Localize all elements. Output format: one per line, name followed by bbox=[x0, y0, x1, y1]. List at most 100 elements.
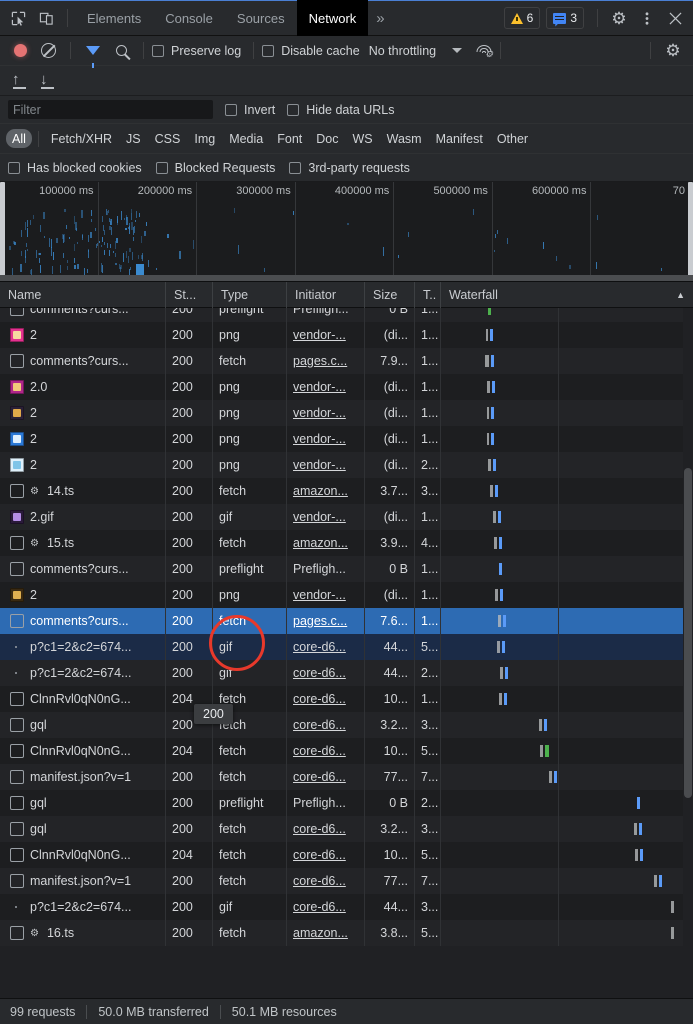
table-row[interactable]: ClnnRvl0qN0nG... 204 fetch core-d6... 10... 5… bbox=[0, 842, 693, 868]
search-button[interactable] bbox=[107, 37, 135, 65]
cell-name[interactable]: 2 bbox=[0, 322, 166, 348]
table-row[interactable]: gql 200 fetch core-d6... 3.2... 3... bbox=[0, 712, 693, 738]
hide-data-urls-checkbox[interactable]: Hide data URLs bbox=[287, 103, 395, 117]
requests-table-body[interactable]: comments?curs... 200 preflight Preflligh...… bbox=[0, 308, 693, 966]
more-vertical-icon[interactable] bbox=[633, 4, 661, 32]
inspect-element-icon[interactable] bbox=[4, 4, 32, 32]
table-row[interactable]: 2 200 png vendor-... (di... 1... bbox=[0, 582, 693, 608]
overview-right-handle[interactable] bbox=[688, 182, 693, 281]
cell-name[interactable]: 2 bbox=[0, 452, 166, 478]
column-header-initiator[interactable]: Initiator bbox=[287, 281, 365, 308]
more-tabs-button[interactable]: » bbox=[368, 0, 392, 36]
cell-initiator-text[interactable]: core-d6... bbox=[293, 666, 346, 680]
type-filter-fetch-xhr[interactable]: Fetch/XHR bbox=[45, 129, 118, 148]
cell-initiator-text[interactable]: core-d6... bbox=[293, 640, 346, 654]
cell-name[interactable]: 2 bbox=[0, 400, 166, 426]
cell-initiator-text[interactable]: core-d6... bbox=[293, 848, 346, 862]
table-row[interactable]: manifest.json?v=1 200 fetch core-d6... 77...… bbox=[0, 764, 693, 790]
table-row[interactable]: 2.0 200 png vendor-... (di... 1... bbox=[0, 374, 693, 400]
table-row[interactable]: comments?curs... 200 preflight Preflligh...… bbox=[0, 308, 693, 322]
table-row[interactable]: ClnnRvl0qN0nG... 204 fetch core-d6... 10... 5… bbox=[0, 738, 693, 764]
table-row[interactable]: comments?curs... 200 fetch pages.c... 7.6...… bbox=[0, 608, 693, 634]
import-har-icon[interactable] bbox=[6, 67, 34, 95]
cell-initiator-text[interactable]: core-d6... bbox=[293, 874, 346, 888]
cell-name[interactable]: 2.0 bbox=[0, 374, 166, 400]
cell-name[interactable]: gql bbox=[0, 816, 166, 842]
third-party-requests-checkbox[interactable]: 3rd-party requests bbox=[289, 161, 410, 175]
column-header-status[interactable]: St... bbox=[166, 281, 213, 308]
column-header-type[interactable]: Type bbox=[213, 281, 287, 308]
table-row[interactable]: 2 200 png vendor-... (di... 2... bbox=[0, 452, 693, 478]
cell-initiator-text[interactable]: core-d6... bbox=[293, 692, 346, 706]
table-row[interactable]: p?c1=2&c2=674... 200 gif core-d6... 44... 2..… bbox=[0, 660, 693, 686]
cell-name[interactable]: manifest.json?v=1 bbox=[0, 868, 166, 894]
network-overview-timeline[interactable]: 100000 ms 200000 ms 300000 ms 400000 ms 5000… bbox=[0, 182, 693, 282]
cell-name[interactable]: p?c1=2&c2=674... bbox=[0, 660, 166, 686]
cell-name[interactable]: ⚙ 16.ts bbox=[0, 920, 166, 946]
cell-name[interactable]: gql bbox=[0, 790, 166, 816]
record-button[interactable] bbox=[6, 37, 34, 65]
filter-input[interactable] bbox=[8, 100, 213, 119]
cell-initiator-text[interactable]: core-d6... bbox=[293, 900, 346, 914]
table-row[interactable]: ⚙ 14.ts 200 fetch amazon... 3.7... 3... bbox=[0, 478, 693, 504]
tab-console[interactable]: Console bbox=[153, 0, 225, 36]
table-row[interactable]: manifest.json?v=1 200 fetch core-d6... 77...… bbox=[0, 868, 693, 894]
has-blocked-cookies-checkbox[interactable]: Has blocked cookies bbox=[8, 161, 142, 175]
grid-vertical-scrollbar[interactable] bbox=[683, 308, 693, 966]
type-filter-doc[interactable]: Doc bbox=[310, 129, 344, 148]
chevron-down-icon[interactable] bbox=[452, 48, 463, 53]
cell-initiator-text[interactable]: vendor-... bbox=[293, 458, 346, 472]
preserve-log-checkbox[interactable]: Preserve log bbox=[152, 44, 241, 58]
cell-initiator-text[interactable]: core-d6... bbox=[293, 718, 346, 732]
cell-name[interactable]: ⚙ 15.ts bbox=[0, 530, 166, 556]
table-row[interactable]: 2 200 png vendor-... (di... 1... bbox=[0, 400, 693, 426]
type-filter-ws[interactable]: WS bbox=[346, 129, 378, 148]
cell-initiator-text[interactable]: vendor-... bbox=[293, 510, 346, 524]
messages-badge[interactable]: 3 bbox=[546, 7, 584, 29]
column-header-waterfall[interactable]: Waterfall ▲ bbox=[441, 282, 693, 308]
grid-scrollbar-thumb[interactable] bbox=[684, 468, 692, 798]
cell-name[interactable]: ClnnRvl0qN0nG... bbox=[0, 842, 166, 868]
gear-icon[interactable]: ⚙ bbox=[605, 4, 633, 32]
cell-name[interactable]: manifest.json?v=1 bbox=[0, 764, 166, 790]
cell-initiator-text[interactable]: vendor-... bbox=[293, 432, 346, 446]
table-row[interactable]: ClnnRvl0qN0nG... 204 fetch core-d6... 10... 1… bbox=[0, 686, 693, 712]
invert-checkbox[interactable]: Invert bbox=[225, 103, 275, 117]
type-filter-wasm[interactable]: Wasm bbox=[381, 129, 428, 148]
cell-name[interactable]: p?c1=2&c2=674... bbox=[0, 634, 166, 660]
throttling-select[interactable]: No throttling bbox=[369, 44, 436, 58]
wifi-settings-icon[interactable]: ⚙ bbox=[475, 44, 493, 58]
cell-initiator-text[interactable]: core-d6... bbox=[293, 770, 346, 784]
tab-sources[interactable]: Sources bbox=[225, 0, 297, 36]
cell-name[interactable]: p?c1=2&c2=674... bbox=[0, 894, 166, 920]
cell-name[interactable]: comments?curs... bbox=[0, 308, 166, 322]
type-filter-font[interactable]: Font bbox=[271, 129, 308, 148]
table-row[interactable]: p?c1=2&c2=674... 200 gif core-d6... 44... 5..… bbox=[0, 634, 693, 660]
cell-initiator-text[interactable]: vendor-... bbox=[293, 380, 346, 394]
warnings-badge[interactable]: 6 bbox=[503, 7, 541, 29]
type-filter-other[interactable]: Other bbox=[491, 129, 534, 148]
type-filter-js[interactable]: JS bbox=[120, 129, 147, 148]
cell-name[interactable]: ⚙ 14.ts bbox=[0, 478, 166, 504]
table-row[interactable]: p?c1=2&c2=674... 200 gif core-d6... 44... 3..… bbox=[0, 894, 693, 920]
table-row[interactable]: 2.gif 200 gif vendor-... (di... 1... bbox=[0, 504, 693, 530]
table-row[interactable]: ⚙ 15.ts 200 fetch amazon... 3.9... 4... bbox=[0, 530, 693, 556]
overview-left-handle[interactable] bbox=[0, 182, 5, 281]
cell-name[interactable]: gql bbox=[0, 712, 166, 738]
clear-button[interactable] bbox=[34, 37, 62, 65]
cell-name[interactable]: 2 bbox=[0, 426, 166, 452]
cell-name[interactable]: ClnnRvl0qN0nG... bbox=[0, 738, 166, 764]
export-har-icon[interactable] bbox=[34, 67, 62, 95]
table-row[interactable]: 2 200 png vendor-... (di... 1... bbox=[0, 426, 693, 452]
table-row[interactable]: 2 200 png vendor-... (di... 1... bbox=[0, 322, 693, 348]
cell-name[interactable]: 2 bbox=[0, 582, 166, 608]
cell-initiator-text[interactable]: pages.c... bbox=[293, 614, 347, 628]
table-row[interactable]: gql 200 fetch core-d6... 3.2... 3... bbox=[0, 816, 693, 842]
table-row[interactable]: gql 200 preflight Prefligh... 0 B 2... bbox=[0, 790, 693, 816]
cell-name[interactable]: comments?curs... bbox=[0, 348, 166, 374]
blocked-requests-checkbox[interactable]: Blocked Requests bbox=[155, 161, 275, 175]
column-header-time[interactable]: T.. bbox=[415, 281, 441, 308]
tab-network[interactable]: Network bbox=[296, 0, 369, 36]
cell-initiator-text[interactable]: core-d6... bbox=[293, 822, 346, 836]
cell-name[interactable]: comments?curs... bbox=[0, 556, 166, 582]
